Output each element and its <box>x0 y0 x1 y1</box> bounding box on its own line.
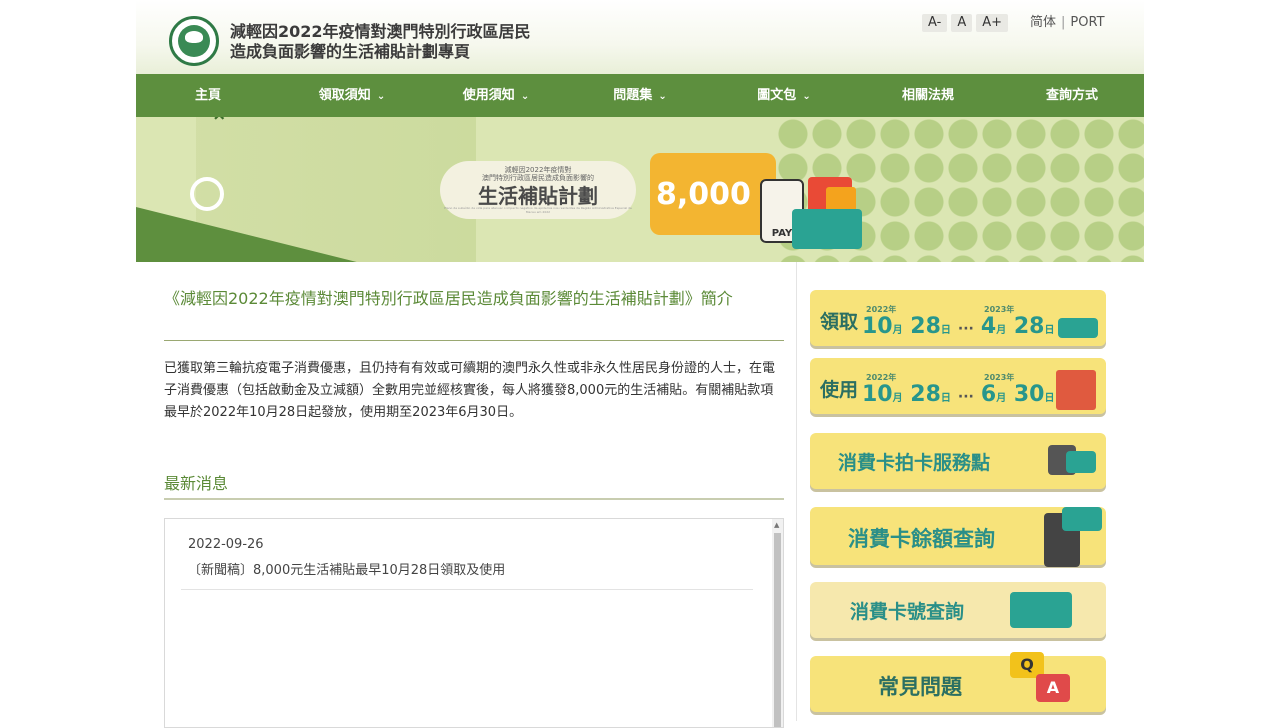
news-rule <box>164 498 784 500</box>
lang-separator: | <box>1061 15 1066 30</box>
scrollbar-thumb[interactable] <box>774 533 781 727</box>
font-size-controls: A- A A+ <box>922 14 1009 32</box>
column-divider <box>796 262 797 721</box>
balance-label: 消費卡餘額查詢 <box>848 527 995 551</box>
chevron-up-decoration: ⌃ <box>210 117 229 136</box>
language-switcher: 简体 | PORT <box>1030 14 1105 32</box>
nav-infographics[interactable]: 圖文包 ⌄ <box>712 74 856 117</box>
amount-ticket: 8,000 <box>650 153 776 235</box>
lotus-icon <box>185 31 203 43</box>
news-heading: 最新消息 <box>164 474 229 493</box>
page: 減輕因2022年疫情對澳門特別行政區居民 造成負面影響的生活補貼計劃專頁 A- … <box>136 0 1144 728</box>
nav-regulations[interactable]: 相關法規 <box>856 74 1000 117</box>
banner-title-plaque: 減輕因2022年疫情對 澳門特別行政區居民造成負面影響的 生活補貼計劃 Plan… <box>440 161 636 219</box>
macau-emblem-logo[interactable] <box>169 16 219 66</box>
faq-card[interactable]: 常見問題 Q A <box>810 652 1106 712</box>
card-tap-service-card[interactable]: 消費卡拍卡服務點 <box>810 433 1106 489</box>
news-list[interactable]: 2022-09-26 〔新聞稿〕8,000元生活補貼最早10月28日領取及使用 … <box>164 518 784 728</box>
chevron-down-icon: ⌄ <box>658 91 667 102</box>
nav-faq[interactable]: 問題集 ⌄ <box>568 74 712 117</box>
site-header: 減輕因2022年疫情對澳門特別行政區居民 造成負面影響的生活補貼計劃專頁 A- … <box>136 0 1144 74</box>
hero-banner: ⌃ 減輕因2022年疫情對 澳門特別行政區居民造成負面影響的 生活補貼計劃 Pl… <box>136 117 1144 262</box>
card-balance-card[interactable]: 消費卡餘額查詢 <box>810 507 1106 567</box>
site-title[interactable]: 減輕因2022年疫情對澳門特別行政區居民 造成負面影響的生活補貼計劃專頁 <box>230 22 531 62</box>
intro-text: 已獲取第三輪抗疫電子消費優惠，且仍持有有效或可續期的澳門永久性或非永久性居民身份… <box>164 361 776 420</box>
card-number-card[interactable]: 消費卡號查詢 <box>810 582 1106 638</box>
news-date: 2022-09-26 <box>188 537 264 552</box>
nav-usage-guide[interactable]: 使用須知 ⌄ <box>424 74 568 117</box>
card-icon <box>1010 592 1072 628</box>
scroll-up-icon[interactable]: ▲ <box>774 521 779 529</box>
faq-label: 常見問題 <box>878 675 962 699</box>
shopping-bag-icon <box>1056 370 1096 410</box>
lang-simplified-link[interactable]: 简体 <box>1030 15 1056 30</box>
card-icon <box>1062 507 1102 531</box>
use-label: 使用 <box>820 379 859 401</box>
intro-rule <box>164 340 784 341</box>
card-icon <box>1058 318 1098 338</box>
font-decrease-button[interactable]: A- <box>922 14 948 32</box>
answer-icon: A <box>1036 674 1070 702</box>
collect-dates: 10月 28日 ··· 4月 28日 <box>862 314 1055 339</box>
banner-amount: 8,000 <box>656 177 751 212</box>
news-scrollbar[interactable]: ▲ <box>772 519 783 727</box>
chevron-down-icon: ⌄ <box>376 91 386 102</box>
intro-title: 《減輕因2022年疫情對澳門特別行政區居民造成負面影響的生活補貼計劃》簡介 <box>164 289 733 308</box>
font-increase-button[interactable]: A+ <box>976 14 1009 32</box>
news-separator <box>181 589 753 590</box>
use-period-card[interactable]: 使用 2022年 2023年 10月 28日 ··· 6月 30日 <box>810 358 1106 414</box>
lang-port-link[interactable]: PORT <box>1070 15 1104 30</box>
nav-collection-guide[interactable]: 領取須知 ⌄ <box>280 74 424 117</box>
nav-enquiry[interactable]: 查詢方式 <box>1000 74 1144 117</box>
news-link[interactable]: 〔新聞稿〕8,000元生活補貼最早10月28日領取及使用 <box>188 559 505 578</box>
chevron-down-icon: ⌄ <box>802 91 811 102</box>
chevron-down-icon: ⌄ <box>520 91 530 102</box>
collect-label: 領取 <box>820 311 859 333</box>
banner-main-title: 生活補貼計劃 <box>478 184 598 208</box>
use-dates: 10月 28日 ··· 6月 30日 <box>862 382 1055 407</box>
font-normal-button[interactable]: A <box>951 14 973 32</box>
banner-port-text: Plano de subsídio de vida para atenuar o… <box>444 206 632 214</box>
collect-period-card[interactable]: 領取 2022年 2023年 10月 28日 ··· 4月 28日 <box>810 290 1106 346</box>
ring-decoration <box>190 177 224 211</box>
card-icon <box>1066 451 1096 473</box>
service-label: 消費卡拍卡服務點 <box>838 452 991 474</box>
main-nav: 主頁 領取須知 ⌄ 使用須知 ⌄ 問題集 ⌄ 圖文包 ⌄ 相關法規 查詢方式 <box>136 74 1144 117</box>
cardno-label: 消費卡號查詢 <box>850 601 965 623</box>
nav-home[interactable]: 主頁 <box>136 74 280 117</box>
consumption-card-icon <box>792 209 862 249</box>
